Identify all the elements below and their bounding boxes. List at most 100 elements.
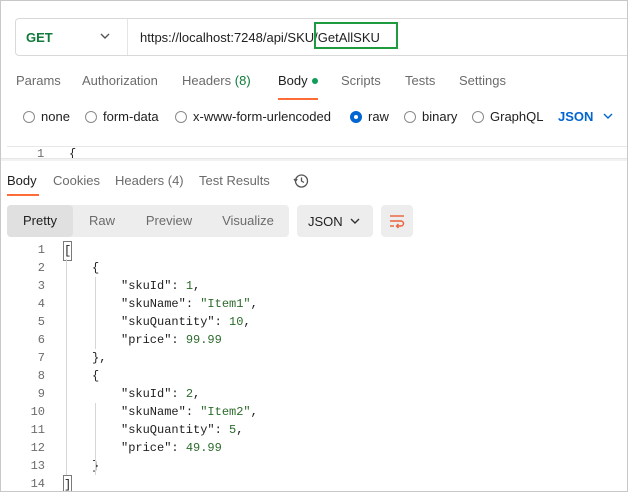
headers-count: (8) [234, 73, 251, 88]
json-value: "Item2" [200, 405, 251, 419]
radio-raw[interactable]: raw [350, 109, 389, 124]
code-text: "price": 49.99 [121, 441, 222, 455]
json-key: "skuName" [121, 297, 186, 311]
code-line: 3 "skuId": 1, [7, 277, 627, 295]
chevron-down-icon[interactable] [602, 110, 614, 122]
tab-params[interactable]: Params [16, 73, 61, 88]
radio-circle [404, 110, 416, 123]
radio-circle [472, 110, 484, 123]
line-number: 1 [37, 243, 45, 257]
code-text: "skuId": 1, [121, 279, 201, 293]
code-text: [ [63, 241, 73, 261]
json-key: "price" [121, 333, 172, 347]
code-line: 11 "skuQuantity": 5, [7, 421, 627, 439]
response-format-select[interactable]: JSON [297, 205, 373, 237]
json-value: 49.99 [185, 441, 222, 455]
body-format-select[interactable]: JSON [558, 109, 593, 124]
code-line: 10 "skuName": "Item2", [7, 403, 627, 421]
radio-label: none [41, 109, 70, 124]
radio-label: form-data [103, 109, 159, 124]
json-value: 5 [229, 423, 237, 437]
code-text: { [92, 369, 100, 383]
code-text: ] [63, 475, 73, 491]
wrap-lines-button[interactable] [381, 205, 413, 237]
line-number: 3 [37, 279, 45, 293]
line-number: 12 [30, 441, 45, 455]
radio-label: binary [422, 109, 458, 124]
line-number: 9 [37, 387, 45, 401]
json-key: "skuId" [121, 279, 172, 293]
radio-binary[interactable]: binary [404, 109, 457, 124]
json-value: 10 [229, 315, 244, 329]
tab-label: Params [16, 73, 61, 88]
tab-authorization[interactable]: Authorization [82, 73, 158, 88]
code-text: "price": 99.99 [121, 333, 222, 347]
tab-settings[interactable]: Settings [459, 73, 506, 88]
code-line: 12 "price": 49.99 [7, 439, 627, 457]
tab-label: Headers [182, 73, 232, 88]
tab-tests[interactable]: Tests [405, 73, 435, 88]
resp-tab-headers[interactable]: Headers (4) [115, 173, 184, 188]
code-text: "skuQuantity": 5, [121, 423, 244, 437]
view-pretty[interactable]: Pretty [7, 205, 73, 237]
tab-scripts[interactable]: Scripts [341, 73, 381, 88]
request-body-editor[interactable]: 1 { [7, 146, 627, 158]
radio-form-data[interactable]: form-data [85, 109, 159, 124]
radio-label: GraphQL [490, 109, 544, 124]
tab-label: Authorization [82, 73, 158, 88]
tab-body[interactable]: Body [278, 73, 318, 88]
radio-circle [23, 110, 35, 123]
pane-resize-handle[interactable] [1, 158, 627, 161]
code-line: 5 "skuQuantity": 10, [7, 313, 627, 331]
tab-label: Body [278, 73, 308, 88]
active-tab-underline [278, 98, 318, 100]
wrap-lines-icon [390, 215, 405, 229]
radio-urlencoded[interactable]: x-www-form-urlencoded [175, 109, 331, 124]
line-number: 8 [37, 369, 45, 383]
tab-label: Scripts [341, 73, 381, 88]
history-icon[interactable] [293, 173, 309, 189]
radio-circle [85, 110, 97, 123]
line-number: 2 [37, 261, 45, 275]
view-raw[interactable]: Raw [73, 205, 131, 237]
view-preview[interactable]: Preview [131, 205, 207, 237]
resp-tab-test-results[interactable]: Test Results [199, 173, 270, 188]
bracket-match: [ [63, 241, 73, 261]
view-mode-segment: Pretty Raw Preview Visualize [7, 205, 289, 237]
code-line: 9 "skuId": 2, [7, 385, 627, 403]
code-line: 8{ [7, 367, 627, 385]
code-line: 14] [7, 475, 627, 491]
chevron-down-icon [350, 218, 360, 224]
json-value: 1 [185, 279, 194, 293]
code-line: 1[ [7, 241, 627, 261]
code-text: "skuName": "Item1", [121, 297, 258, 311]
active-tab-underline [7, 194, 39, 196]
url-divider [127, 19, 128, 55]
code-text: "skuQuantity": 10, [121, 315, 251, 329]
line-number: 13 [30, 459, 45, 473]
url-highlight-box [314, 22, 398, 49]
postman-window: GET https://localhost:7248/api/SKU/GetAl… [0, 0, 628, 492]
view-visualize[interactable]: Visualize [207, 205, 289, 237]
radio-none[interactable]: none [23, 109, 70, 124]
chevron-down-icon[interactable] [98, 29, 112, 43]
tab-label: Tests [405, 73, 436, 88]
resp-tab-body[interactable]: Body [7, 173, 37, 188]
format-label: JSON [308, 214, 343, 229]
json-key: "skuQuantity" [121, 315, 215, 329]
json-key: "price" [121, 441, 172, 455]
method-select[interactable]: GET [26, 30, 53, 45]
radio-graphql[interactable]: GraphQL [472, 109, 543, 124]
code-text: }, [92, 351, 107, 365]
tab-label: Settings [459, 73, 506, 88]
tab-headers[interactable]: Headers (8) [182, 73, 251, 88]
resp-tab-cookies[interactable]: Cookies [53, 173, 100, 188]
indent-guide [95, 277, 96, 349]
indent-guide [95, 403, 96, 475]
bracket-match: ] [63, 475, 73, 491]
line-number: 1 [37, 147, 45, 158]
json-key: "skuQuantity" [121, 423, 215, 437]
radio-circle [350, 110, 362, 123]
line-number: 5 [37, 315, 45, 329]
response-body-viewer[interactable]: 1[2{3 "skuId": 1, 4 "skuName": "Item1", 5 "sk… [7, 241, 627, 491]
